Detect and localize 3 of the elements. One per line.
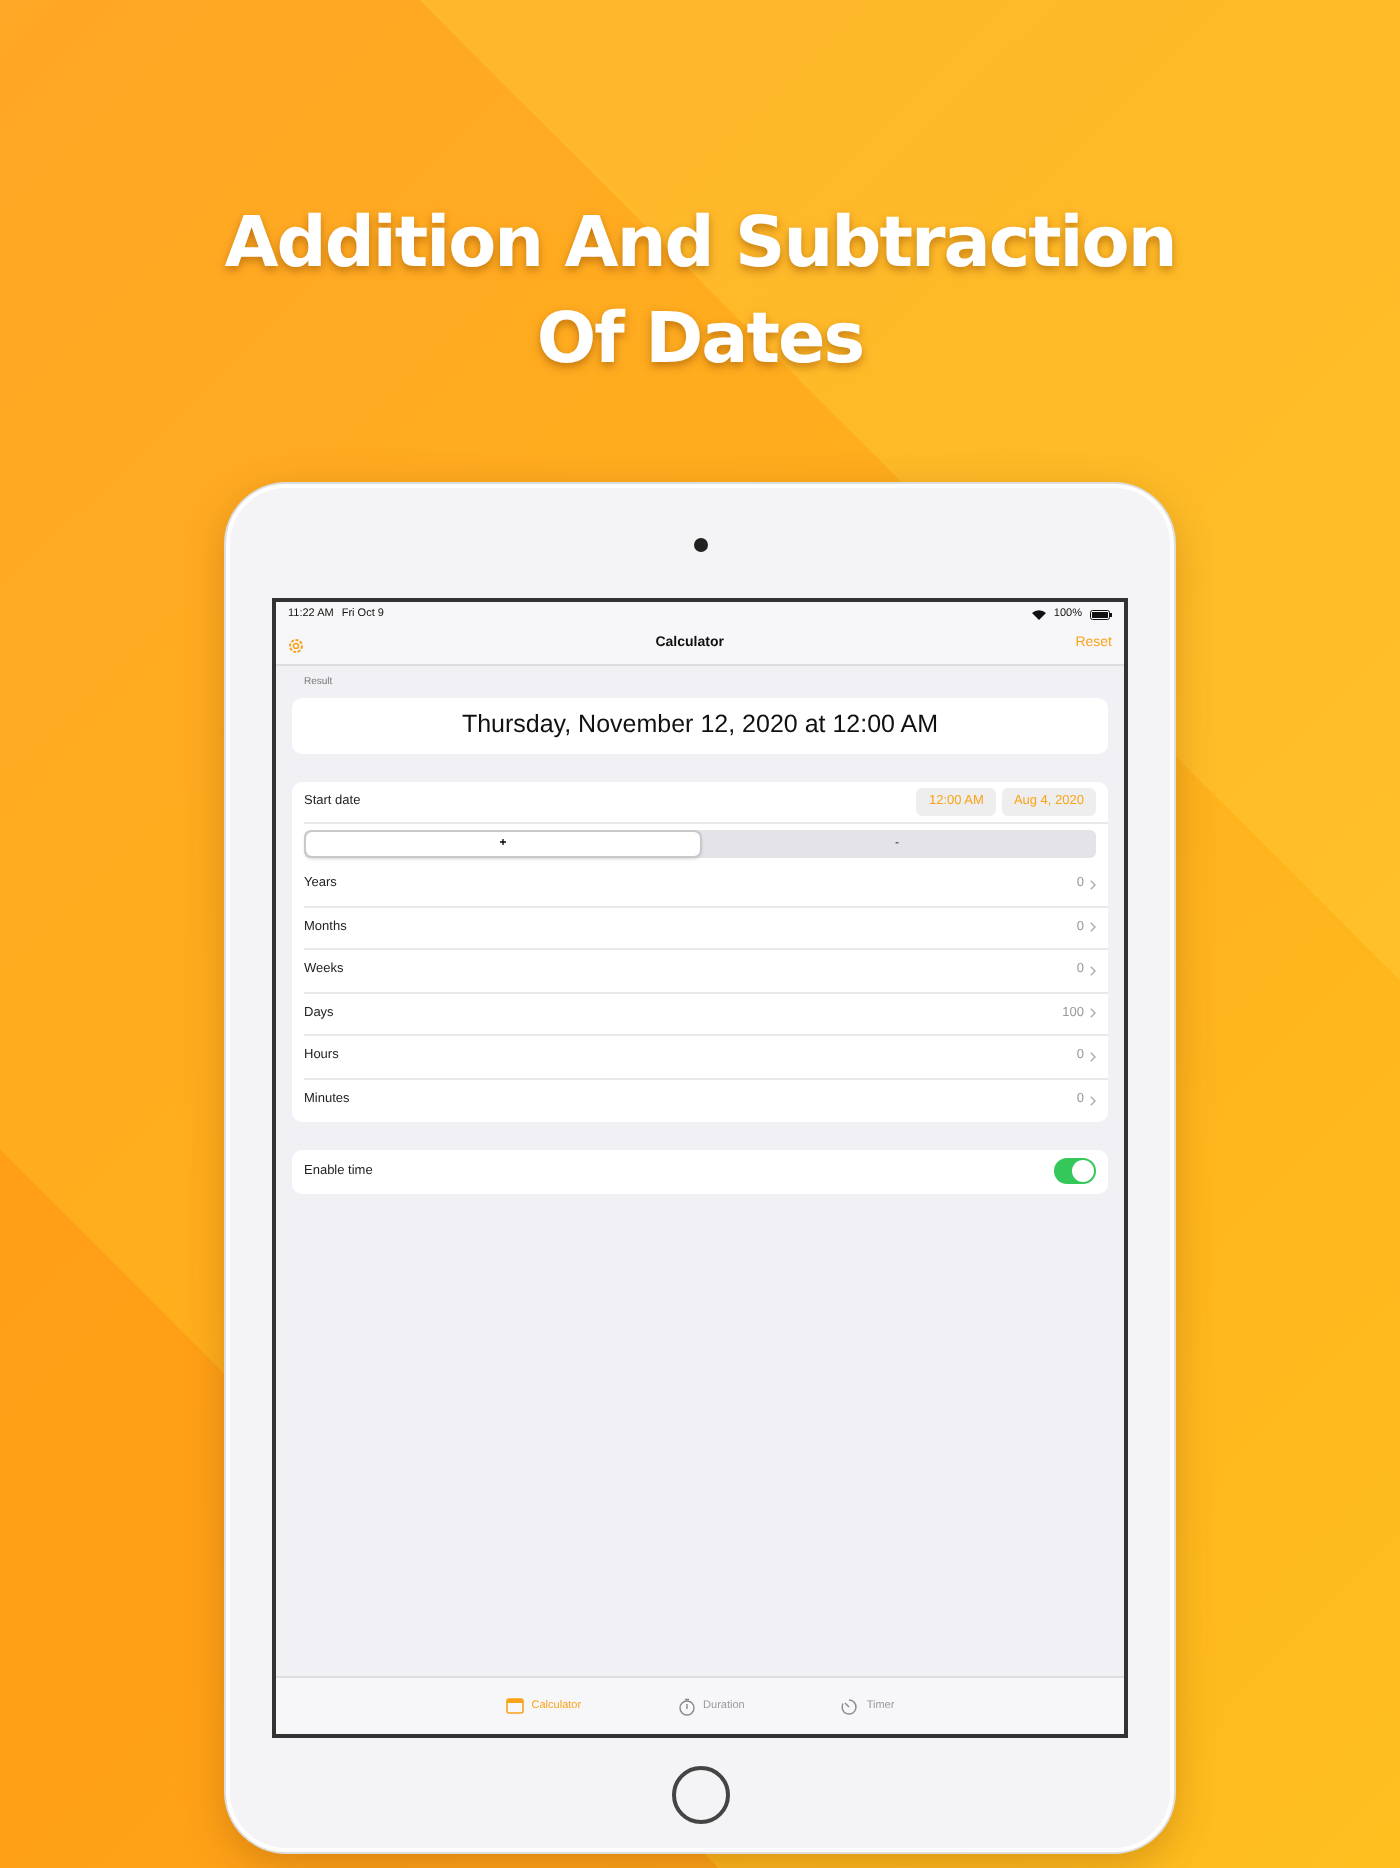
result-text: Thursday, November 12, 2020 at 12:00 AM (461, 708, 939, 743)
headline-text: Addition And Subtraction (224, 202, 1176, 288)
headline-text: Of Dates (536, 298, 864, 384)
